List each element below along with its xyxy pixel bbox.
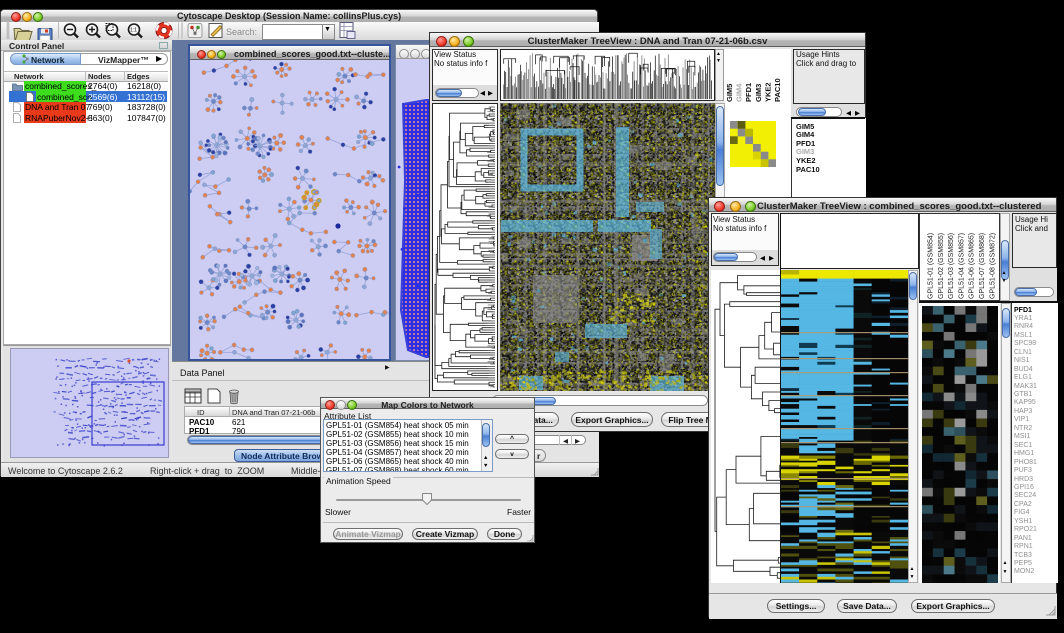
svg-text:GPL51-03 (GSM856): GPL51-03 (GSM856) (948, 233, 955, 299)
svg-text:PFD1: PFD1 (744, 83, 753, 102)
svg-text:GPL51-07 (GSM868): GPL51-07 (GSM868) (979, 233, 986, 299)
svg-text:GIM3: GIM3 (754, 84, 763, 102)
svg-text:GPL51-04 (GSM857): GPL51-04 (GSM857) (958, 233, 965, 299)
svg-text:GPL51-01 (GSM854): GPL51-01 (GSM854) (928, 233, 935, 299)
svg-text:1:1: 1:1 (130, 28, 137, 34)
svg-text:GIM4: GIM4 (735, 83, 744, 102)
svg-text:GPL51-02 (GSM855): GPL51-02 (GSM855) (938, 233, 945, 299)
svg-text:PAC10: PAC10 (773, 78, 782, 102)
svg-text:GIM5: GIM5 (725, 84, 734, 102)
svg-text:GPL51-06 (GSM865): GPL51-06 (GSM865) (969, 233, 976, 299)
svg-text:GPL51-08 (GSM872): GPL51-08 (GSM872) (989, 233, 996, 299)
svg-text:YKE2: YKE2 (763, 82, 772, 102)
